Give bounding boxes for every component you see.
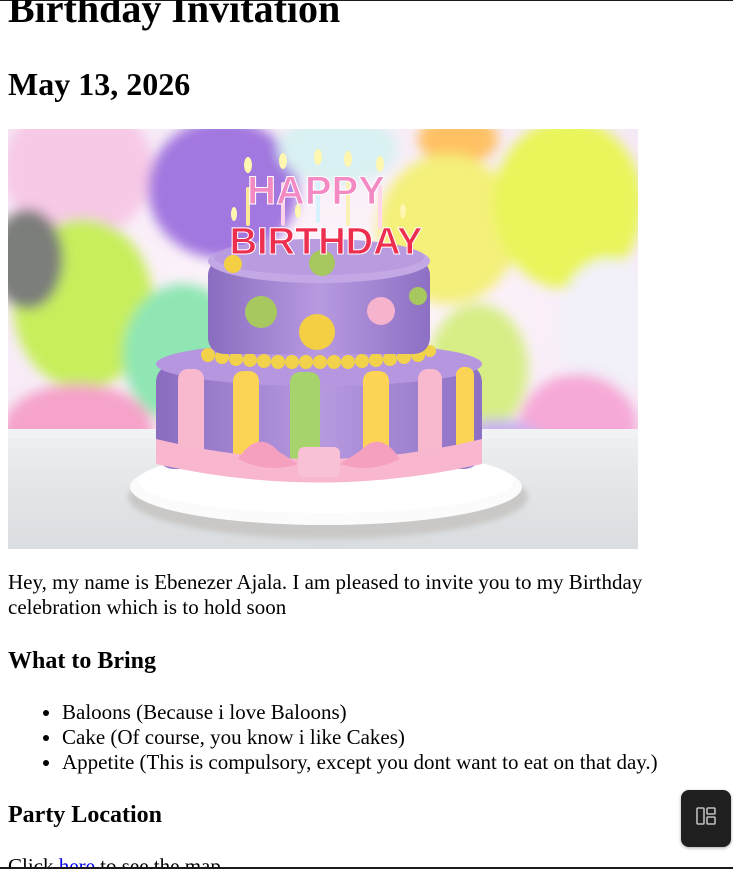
layout-widget-button[interactable] [681,790,731,847]
page-viewport: Birthday Invitation May 13, 2026 HAPPY B… [0,0,733,869]
list-item: Baloons (Because i love Baloons) [62,700,658,725]
birthday-cake-image: HAPPY BIRTHDAY [8,129,638,549]
list-item: Appetite (This is compulsory, except you… [62,750,658,775]
intro-text: Hey, my name is Ebenezer Ajala. I am ple… [8,570,643,619]
layout-panel-icon [696,807,716,830]
what-to-bring-heading: What to Bring [8,648,157,674]
cake-text-bottom: BIRTHDAY [230,221,423,263]
event-date: May 13, 2026 [8,66,191,102]
party-location-heading: Party Location [8,802,162,828]
page-title: Birthday Invitation [8,0,341,31]
cake-text-top: HAPPY [247,169,385,213]
list-item: Cake (Of course, you know i like Cakes) [62,725,658,750]
bring-list: Baloons (Because i love Baloons) Cake (O… [8,700,658,775]
